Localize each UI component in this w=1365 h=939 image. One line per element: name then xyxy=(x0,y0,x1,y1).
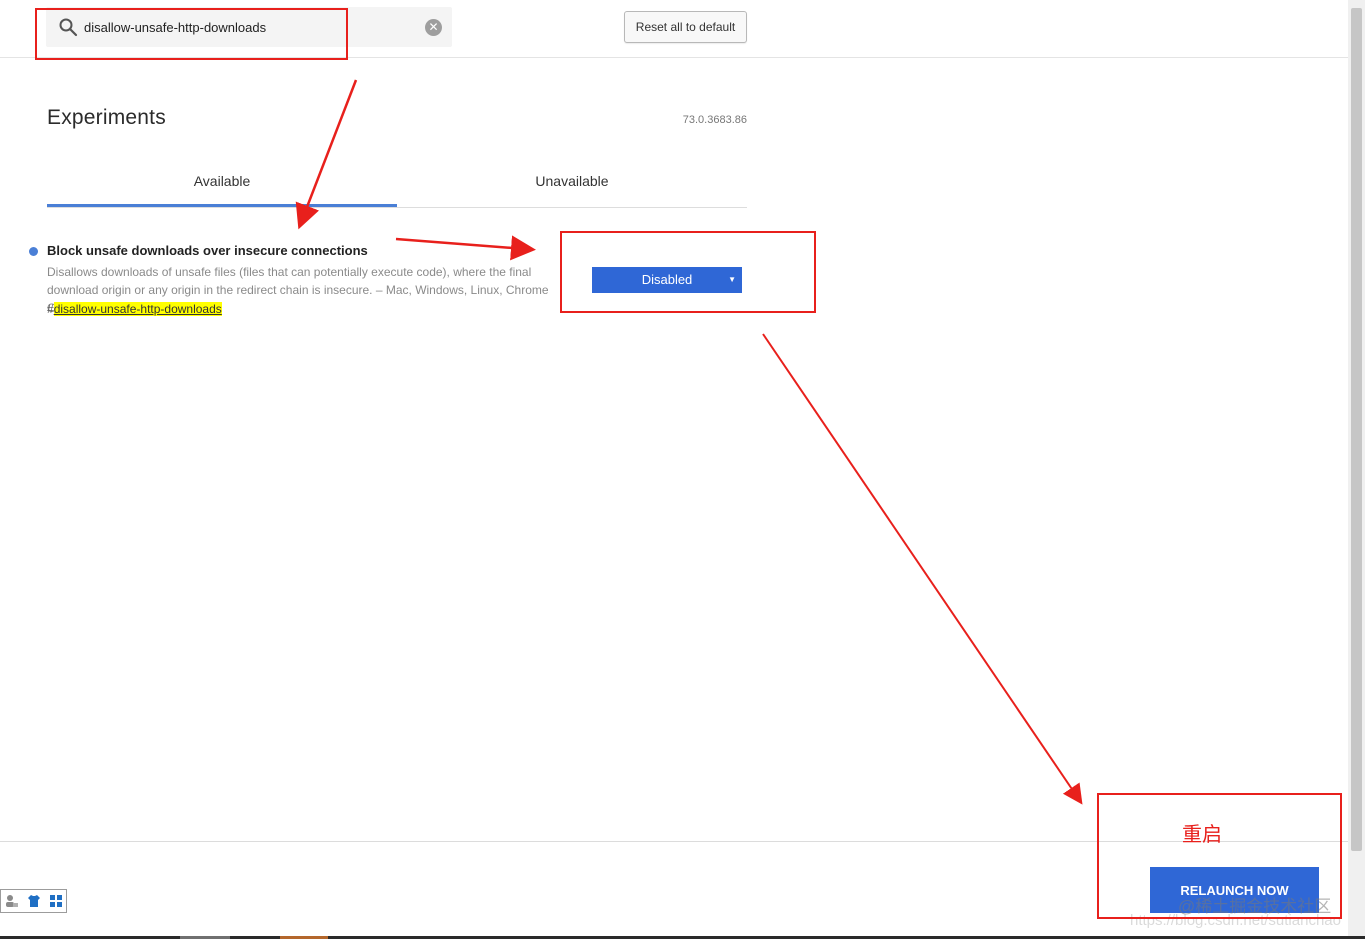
permalink-prefix: # xyxy=(47,302,54,316)
annotation-arrow-3 xyxy=(762,333,1083,805)
dropdown-arrow-icon: ▼ xyxy=(728,275,736,284)
experiment-title: Block unsafe downloads over insecure con… xyxy=(47,243,368,258)
search-input[interactable] xyxy=(84,17,414,37)
shirt-icon[interactable] xyxy=(27,894,41,908)
user-icon[interactable] xyxy=(5,894,19,908)
watermark-url: https://blog.csdn.net/sutianchao xyxy=(1130,912,1341,929)
tab-available[interactable]: Available xyxy=(47,165,397,207)
scrollbar-thumb[interactable] xyxy=(1351,8,1362,851)
experiment-state-select[interactable]: Disabled ▼ xyxy=(592,267,742,293)
reset-all-button[interactable]: Reset all to default xyxy=(624,11,747,43)
grid-apps-icon[interactable] xyxy=(49,894,63,908)
permalink-text[interactable]: disallow-unsafe-http-downloads xyxy=(53,302,222,316)
tab-unavailable[interactable]: Unavailable xyxy=(397,165,747,207)
experiment-permalink[interactable]: #disallow-unsafe-http-downloads xyxy=(47,302,222,316)
annotation-overlay xyxy=(35,8,1342,919)
select-value: Disabled xyxy=(641,272,693,287)
page-title: Experiments xyxy=(47,106,166,129)
tab-bar: Available Unavailable xyxy=(47,165,747,208)
experiment-modified-dot xyxy=(29,247,38,256)
annotation-arrow-2 xyxy=(395,235,536,261)
clear-search-icon[interactable]: ✕ xyxy=(425,19,442,36)
taskbar-tray xyxy=(0,889,67,913)
annotation-note: 重启 xyxy=(1182,824,1222,846)
search-icon xyxy=(59,18,78,37)
version-label: 73.0.3683.86 xyxy=(682,114,747,126)
